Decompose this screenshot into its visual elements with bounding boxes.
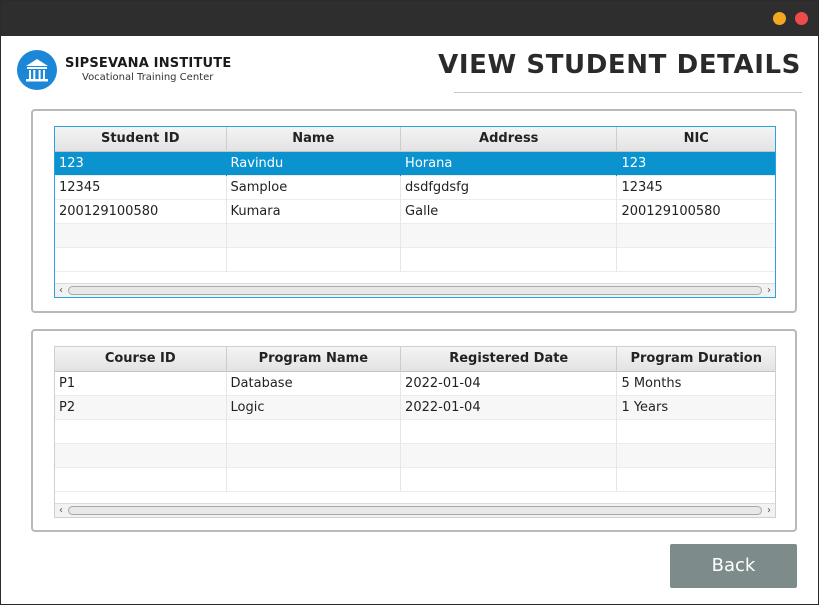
courses-horizontal-scrollbar[interactable]: ‹ ›: [55, 503, 775, 517]
students-table-header: Student ID Name Address NIC: [55, 127, 775, 152]
close-button[interactable]: [795, 12, 808, 25]
column-header-address[interactable]: Address: [401, 127, 618, 152]
courses-table[interactable]: Course ID Program Name Registered Date P…: [54, 346, 776, 518]
empty-cell: [55, 224, 227, 248]
empty-cell: [617, 468, 775, 492]
empty-cell: [401, 224, 618, 248]
cell-name: Ravindu: [227, 152, 402, 176]
courses-table-header: Course ID Program Name Registered Date P…: [55, 347, 775, 372]
empty-cell: [401, 468, 618, 492]
empty-cell: [401, 444, 618, 468]
column-header-registered-date[interactable]: Registered Date: [401, 347, 618, 372]
empty-cell: [617, 444, 775, 468]
students-table[interactable]: Student ID Name Address NIC 123 Ravindu …: [54, 126, 776, 298]
empty-cell: [617, 224, 775, 248]
cell-registered-date: 2022-01-04: [401, 396, 618, 420]
cell-nic: 12345: [621, 180, 663, 195]
empty-cell: [401, 420, 618, 444]
empty-cell: [55, 420, 227, 444]
institute-logo-icon: [17, 50, 57, 90]
scroll-right-icon[interactable]: ›: [763, 504, 775, 517]
scroll-left-icon[interactable]: ‹: [55, 504, 67, 517]
empty-row: [55, 224, 775, 248]
cell-course-id: P1: [55, 372, 227, 396]
cell-student-id: 200129100580: [55, 200, 227, 224]
brand-name: SIPSEVANA INSTITUTE: [65, 56, 232, 71]
empty-row: [55, 468, 775, 492]
window-titlebar: [1, 1, 818, 36]
empty-cell: [227, 444, 402, 468]
brand-subtitle: Vocational Training Center: [82, 72, 214, 83]
cell-nic: 123: [621, 156, 647, 171]
empty-cell: [55, 444, 227, 468]
empty-row: [55, 420, 775, 444]
students-panel: Student ID Name Address NIC 123 Ravindu …: [31, 109, 797, 313]
cell-registered-date: 2022-01-04: [401, 372, 618, 396]
title-divider: [454, 92, 802, 93]
cell-student-id: 12345: [55, 176, 227, 200]
empty-row: [55, 444, 775, 468]
cell-program-name: Database: [227, 372, 402, 396]
column-header-nic[interactable]: NIC: [617, 127, 775, 152]
empty-row: [55, 248, 775, 272]
cell-address: dsdfgdsfg: [401, 176, 618, 200]
column-header-name[interactable]: Name: [227, 127, 402, 152]
cell-student-id: 123: [55, 152, 227, 176]
empty-cell: [227, 420, 402, 444]
cell-program-duration: 1 Years: [621, 400, 669, 415]
minimize-button[interactable]: [773, 12, 786, 25]
courses-panel: Course ID Program Name Registered Date P…: [31, 329, 797, 532]
cell-nic: 200129100580: [621, 204, 721, 219]
cell-program-name: Logic: [227, 396, 402, 420]
cell-name: Samploe: [227, 176, 402, 200]
scrollbar-thumb[interactable]: [68, 506, 762, 515]
column-header-student-id[interactable]: Student ID: [55, 127, 227, 152]
empty-cell: [227, 468, 402, 492]
back-button[interactable]: Back: [670, 544, 797, 588]
empty-cell: [55, 468, 227, 492]
table-row[interactable]: 12345 Samploe dsdfgdsfg 12345: [55, 176, 775, 200]
empty-cell: [55, 248, 227, 272]
table-row[interactable]: P2 Logic 2022-01-04 1 Years: [55, 396, 775, 420]
empty-cell: [227, 224, 402, 248]
cell-name: Kumara: [227, 200, 402, 224]
empty-cell: [617, 420, 775, 444]
students-horizontal-scrollbar[interactable]: ‹ ›: [55, 283, 775, 297]
table-row[interactable]: 200129100580 Kumara Galle 200129100580: [55, 200, 775, 224]
cell-program-duration: 5 Months: [621, 376, 682, 391]
scrollbar-thumb[interactable]: [68, 286, 762, 295]
page-title: VIEW STUDENT DETAILS: [438, 50, 801, 80]
cell-course-id: P2: [55, 396, 227, 420]
column-header-program-duration[interactable]: Program Duration: [617, 347, 775, 372]
table-row[interactable]: P1 Database 2022-01-04 5 Months: [55, 372, 775, 396]
scroll-right-icon[interactable]: ›: [763, 284, 775, 297]
app-window: SIPSEVANA INSTITUTE Vocational Training …: [0, 0, 819, 605]
column-header-program-name[interactable]: Program Name: [227, 347, 402, 372]
column-header-course-id[interactable]: Course ID: [55, 347, 227, 372]
empty-cell: [401, 248, 618, 272]
empty-cell: [227, 248, 402, 272]
cell-address: Galle: [401, 200, 618, 224]
scroll-left-icon[interactable]: ‹: [55, 284, 67, 297]
empty-cell: [617, 248, 775, 272]
table-row[interactable]: 123 Ravindu Horana 123: [55, 152, 775, 176]
cell-address: Horana: [401, 152, 618, 176]
